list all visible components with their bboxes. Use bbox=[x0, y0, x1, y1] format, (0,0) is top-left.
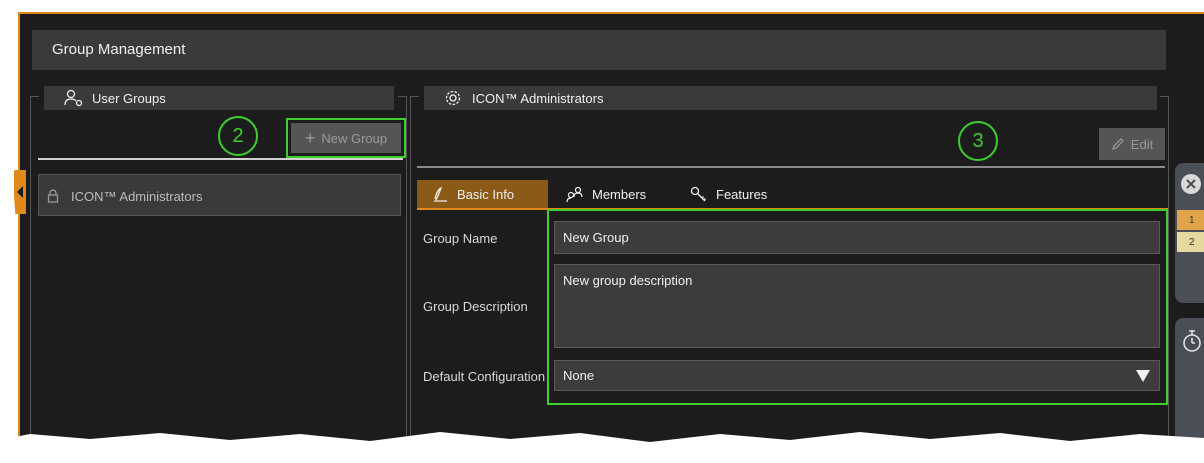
side-tab-1-label: 1 bbox=[1189, 214, 1195, 226]
lock-icon bbox=[47, 189, 59, 203]
edit-button[interactable]: Edit bbox=[1099, 128, 1165, 160]
default-configuration-label: Default Configuration bbox=[423, 369, 546, 384]
tab-features[interactable]: Features bbox=[690, 180, 767, 208]
tab-basic-info-label: Basic Info bbox=[457, 186, 515, 202]
group-description-label: Group Description bbox=[423, 299, 528, 314]
default-configuration-value: None bbox=[563, 368, 595, 383]
stopwatch-icon[interactable] bbox=[1181, 328, 1203, 354]
user-group-icon bbox=[64, 89, 83, 107]
tab-members[interactable]: Members bbox=[566, 180, 646, 208]
side-widget-bottom bbox=[1175, 318, 1204, 438]
group-name-input[interactable]: New Group bbox=[554, 221, 1160, 254]
members-icon bbox=[566, 186, 583, 202]
key-icon bbox=[690, 186, 706, 202]
default-configuration-select[interactable]: None bbox=[554, 360, 1160, 391]
right-panel-separator bbox=[417, 166, 1165, 168]
left-panel-separator bbox=[38, 158, 403, 160]
pencil-icon bbox=[1111, 138, 1124, 150]
tab-members-label: Members bbox=[592, 186, 647, 202]
group-description-value: New group description bbox=[563, 273, 693, 288]
edit-label: Edit bbox=[1130, 136, 1154, 152]
left-panel-title: User Groups bbox=[92, 91, 166, 106]
group-name-label: Group Name bbox=[423, 231, 498, 246]
page-header: Group Management bbox=[32, 30, 1166, 70]
step-3-number: 3 bbox=[972, 129, 984, 152]
step-3-annotation: 3 bbox=[958, 121, 998, 161]
group-list-item-label: ICON™ Administrators bbox=[71, 189, 203, 204]
right-panel-title: ICON™ Administrators bbox=[472, 91, 604, 106]
torn-edge-bottom bbox=[0, 432, 1204, 463]
page-title: Group Management bbox=[52, 41, 186, 58]
left-panel-bracket bbox=[30, 96, 39, 437]
right-panel-bracket bbox=[410, 96, 419, 437]
group-list-item[interactable]: ICON™ Administrators bbox=[38, 174, 401, 216]
group-description-textarea[interactable]: New group description bbox=[554, 264, 1160, 348]
group-name-value: New Group bbox=[563, 230, 629, 245]
step-2-annotation: 2 bbox=[218, 116, 258, 156]
gear-icon bbox=[445, 90, 461, 106]
new-group-label: New Group bbox=[321, 130, 388, 146]
pen-icon bbox=[434, 186, 447, 202]
new-group-button[interactable]: + New Group bbox=[291, 123, 401, 153]
close-icon[interactable] bbox=[1180, 173, 1202, 195]
tab-features-label: Features bbox=[716, 186, 768, 202]
plus-icon: + bbox=[304, 127, 316, 148]
step-2-number: 2 bbox=[232, 124, 244, 147]
left-panel-header: User Groups bbox=[44, 86, 394, 110]
torn-edge-left bbox=[0, 0, 18, 463]
side-tab-1[interactable]: 1 bbox=[1177, 210, 1204, 230]
side-tab-2-label: 2 bbox=[1189, 236, 1195, 248]
side-tab-2[interactable]: 2 bbox=[1177, 232, 1204, 252]
tab-basic-info[interactable]: Basic Info bbox=[417, 180, 548, 208]
dropdown-arrow-icon bbox=[1136, 370, 1150, 382]
right-panel-header: ICON™ Administrators bbox=[424, 86, 1157, 110]
